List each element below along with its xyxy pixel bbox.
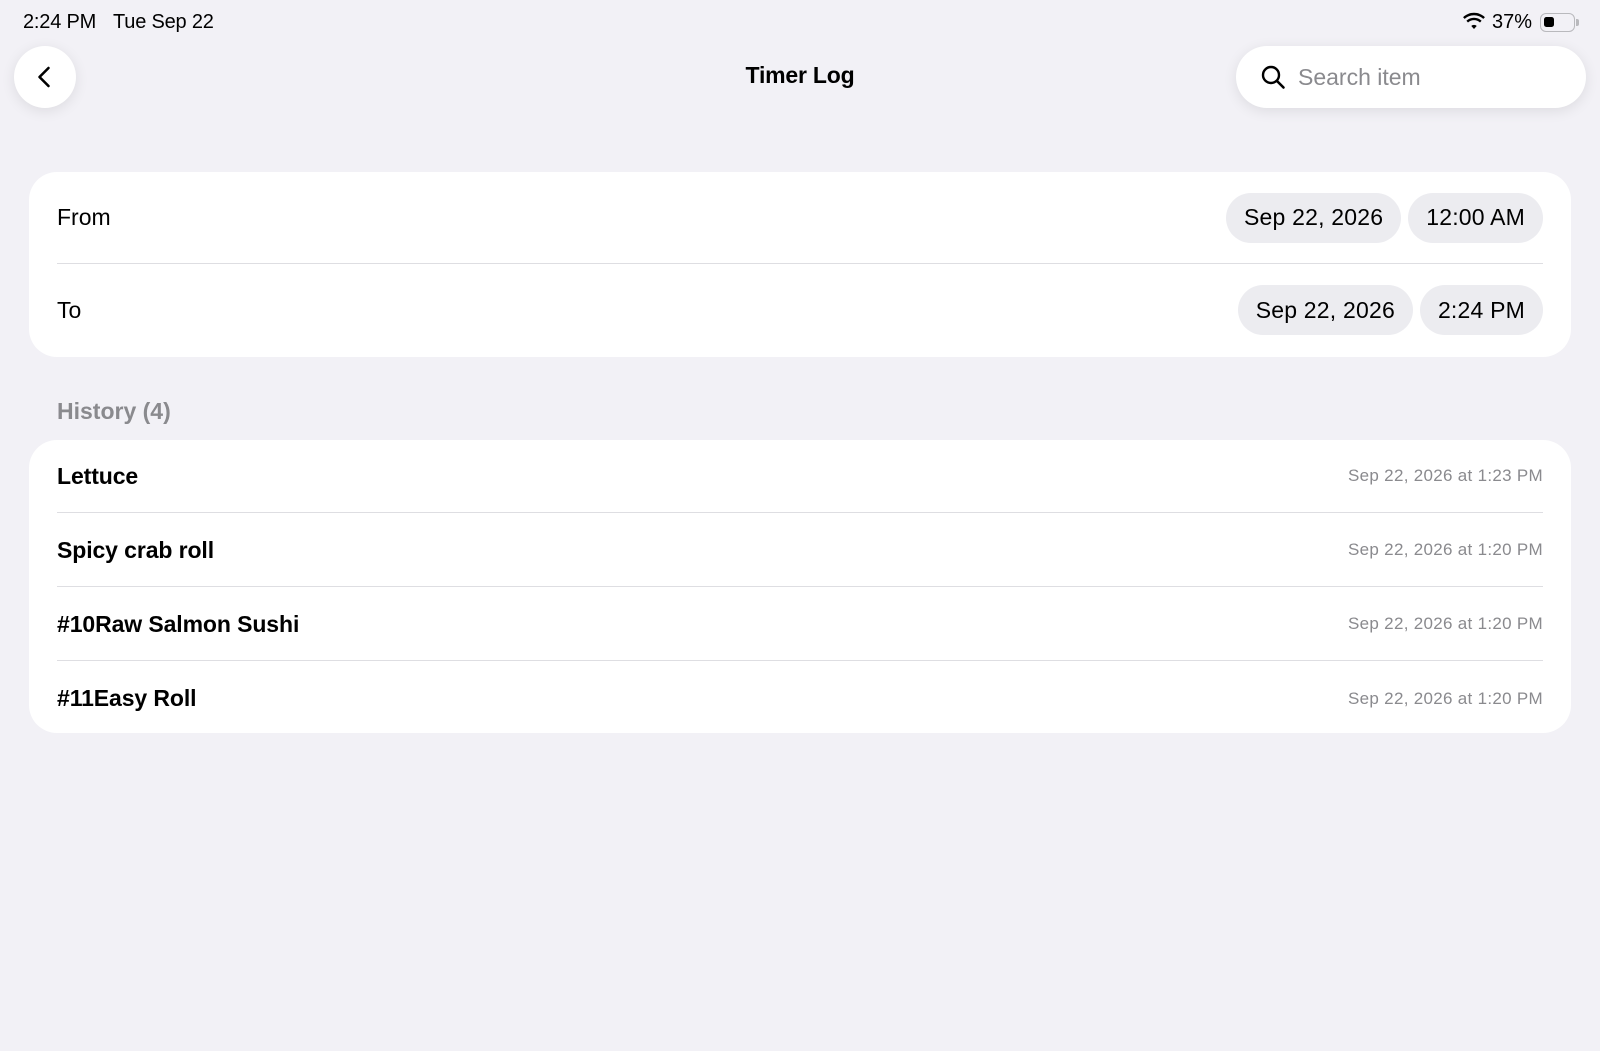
from-label: From [57,204,111,230]
item-timestamp: Sep 22, 2026 at 1:23 PM [1348,466,1543,485]
item-timestamp: Sep 22, 2026 at 1:20 PM [1348,540,1543,559]
to-label: To [57,296,82,323]
wifi-icon [1463,12,1485,29]
status-time: 2:24 PM [23,11,97,33]
item-name: Lettuce [57,462,139,489]
from-time-picker[interactable]: 12:00 AM [1408,192,1543,243]
search-field[interactable] [1236,46,1586,108]
status-bar: 2:24 PM Tue Sep 22 37% [0,0,1600,44]
item-name: Spicy crab roll [57,536,215,563]
to-time-picker[interactable]: 2:24 PM [1419,285,1543,335]
search-input[interactable] [1298,63,1568,91]
history-list: Lettuce Sep 22, 2026 at 1:23 PM Spicy cr… [29,440,1571,733]
battery-percent: 37% [1492,11,1533,33]
list-item[interactable]: Spicy crab roll Sep 22, 2026 at 1:20 PM [57,514,1543,587]
timer-log-screen: 2:24 PM Tue Sep 22 37% Timer Log From [0,0,1600,1051]
from-pickers: Sep 22, 2026 12:00 AM [1225,192,1543,243]
list-item[interactable]: #11Easy Roll Sep 22, 2026 at 1:20 PM [57,662,1543,733]
to-pickers: Sep 22, 2026 2:24 PM [1237,285,1543,335]
to-row: To Sep 22, 2026 2:24 PM [57,264,1543,356]
item-timestamp: Sep 22, 2026 at 1:20 PM [1348,688,1543,708]
search-icon [1261,65,1285,89]
date-range-card: From Sep 22, 2026 12:00 AM To Sep 22, 20… [29,172,1571,357]
item-name: #10Raw Salmon Sushi [57,610,300,637]
item-timestamp: Sep 22, 2026 at 1:20 PM [1348,614,1543,633]
list-item[interactable]: #10Raw Salmon Sushi Sep 22, 2026 at 1:20… [57,588,1543,661]
to-date-picker[interactable]: Sep 22, 2026 [1237,285,1413,335]
list-item[interactable]: Lettuce Sep 22, 2026 at 1:23 PM [57,440,1543,513]
from-date-picker[interactable]: Sep 22, 2026 [1225,192,1402,243]
history-header: History (4) [57,398,171,424]
status-date: Tue Sep 22 [113,11,214,33]
from-row: From Sep 22, 2026 12:00 AM [57,172,1543,264]
battery-icon [1540,13,1579,32]
item-name: #11Easy Roll [57,685,197,711]
